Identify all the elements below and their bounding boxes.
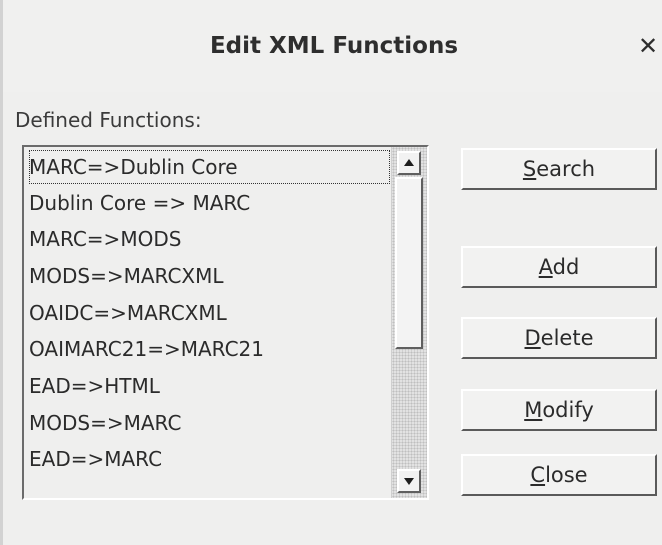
close-label: lose <box>545 463 588 487</box>
close-icon[interactable]: ✕ <box>632 30 662 62</box>
arrow-down-icon <box>404 478 414 485</box>
search-button[interactable]: Search <box>461 148 657 190</box>
dialog-content: Defined Functions: MARC=>Dublin Core Dub… <box>3 92 662 545</box>
scrollbar-thumb[interactable] <box>395 177 423 349</box>
edit-xml-functions-dialog: Edit XML Functions ✕ Defined Functions: … <box>0 0 662 545</box>
arrow-up-icon <box>404 159 414 166</box>
list-item[interactable]: MARC=>MODS <box>28 221 391 257</box>
list-item[interactable]: MODS=>MARC <box>28 405 391 441</box>
list-item[interactable]: OAIMARC21=>MARC21 <box>28 331 391 367</box>
modify-label: odify <box>542 398 594 422</box>
list-item[interactable]: EAD=>MARC <box>28 441 391 477</box>
list-item[interactable]: EAD=>HTML <box>28 368 391 404</box>
add-mnemonic: A <box>538 255 553 279</box>
delete-label: elete <box>540 326 594 350</box>
search-mnemonic: S <box>522 157 537 181</box>
list-item[interactable]: OAIDC=>MARCXML <box>28 295 391 331</box>
list-item[interactable]: MODS=>MARCXML <box>28 258 391 294</box>
title-bar: Edit XML Functions ✕ <box>3 0 662 93</box>
modify-button[interactable]: Modify <box>461 389 657 431</box>
close-mnemonic: C <box>530 463 546 487</box>
add-label: dd <box>552 255 580 279</box>
add-button[interactable]: Add <box>461 246 657 288</box>
scroll-up-button[interactable] <box>397 151 421 175</box>
delete-button[interactable]: Delete <box>461 317 657 359</box>
list-item[interactable]: Dublin Core => MARC <box>28 185 391 221</box>
delete-mnemonic: D <box>524 326 541 350</box>
dialog-title: Edit XML Functions <box>209 33 459 59</box>
search-label: earch <box>536 157 596 181</box>
scroll-down-button[interactable] <box>397 469 421 493</box>
functions-list: MARC=>Dublin Core Dublin Core => MARC MA… <box>24 147 391 498</box>
modify-mnemonic: M <box>524 398 543 422</box>
close-button[interactable]: Close <box>461 454 657 496</box>
defined-functions-label: Defined Functions: <box>15 108 202 132</box>
list-item[interactable]: MARC=>Dublin Core <box>28 149 391 185</box>
vertical-scrollbar[interactable] <box>391 147 427 498</box>
functions-listbox[interactable]: MARC=>Dublin Core Dublin Core => MARC MA… <box>22 145 429 500</box>
